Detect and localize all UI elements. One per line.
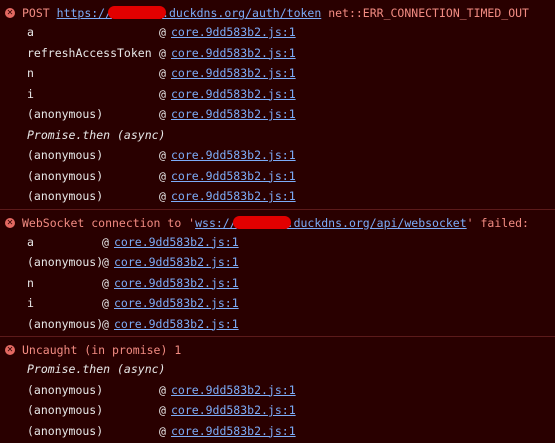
console-error-message[interactable]: ✕ Uncaught (in promise) 1 Promise.then (a… xyxy=(0,336,555,443)
frame-function: n xyxy=(27,66,34,80)
frame-function: (anonymous) xyxy=(27,423,104,438)
async-separator: Promise.then (async) xyxy=(0,359,555,380)
frame-at: @ xyxy=(159,403,166,417)
source-link[interactable]: core.9dd583b2.js:1 xyxy=(171,84,296,105)
error-text: Uncaught (in promise) 1 xyxy=(22,343,182,357)
source-link[interactable]: core.9dd583b2.js:1 xyxy=(171,421,296,442)
stack-frame: (anonymous) @ core.9dd583b2.js:1 xyxy=(0,104,555,125)
source-link[interactable]: core.9dd583b2.js:1 xyxy=(171,145,296,166)
error-icon: ✕ xyxy=(5,8,15,18)
stack-frame: a @ core.9dd583b2.js:1 xyxy=(0,232,555,253)
frame-at: @ xyxy=(159,25,166,39)
console-error-message[interactable]: ✕ WebSocket connection to 'wss://.duckdns… xyxy=(0,208,555,337)
source-link[interactable]: core.9dd583b2.js:1 xyxy=(171,43,296,64)
stack-frame: (anonymous) @ core.9dd583b2.js:1 xyxy=(0,166,555,187)
console-error-message[interactable]: ✕ POST https://.duckdns.org/auth/token ne… xyxy=(0,0,555,209)
stack-frame: (anonymous) @ core.9dd583b2.js:1 xyxy=(0,314,555,335)
stack-frame: (anonymous) @ core.9dd583b2.js:1 xyxy=(0,186,555,207)
error-icon: ✕ xyxy=(5,345,15,355)
source-link[interactable]: core.9dd583b2.js:1 xyxy=(114,232,239,253)
frame-function: a xyxy=(27,234,34,249)
websocket-url-link[interactable]: wss://.duckdns.org/api/websocket xyxy=(195,215,467,230)
stack-frame: a @ core.9dd583b2.js:1 xyxy=(0,22,555,43)
devtools-console: ✕ POST https://.duckdns.org/auth/token ne… xyxy=(0,0,555,443)
frame-at: @ xyxy=(159,148,166,162)
error-prefix: WebSocket connection to ' xyxy=(22,215,196,230)
source-link[interactable]: core.9dd583b2.js:1 xyxy=(171,22,296,43)
request-url-link[interactable]: https://.duckdns.org/auth/token xyxy=(57,6,321,20)
frame-at: @ xyxy=(159,86,166,101)
source-link[interactable]: core.9dd583b2.js:1 xyxy=(171,166,296,187)
frame-function: i xyxy=(27,86,34,101)
redaction-mark xyxy=(232,215,291,229)
frame-at: @ xyxy=(159,66,166,80)
stack-frame: n @ core.9dd583b2.js:1 xyxy=(0,63,555,84)
stack-frame: (anonymous) @ core.9dd583b2.js:1 xyxy=(0,400,555,421)
frame-at: @ xyxy=(102,296,109,310)
error-suffix: ' failed: xyxy=(466,215,529,230)
error-icon: ✕ xyxy=(5,217,15,228)
frame-at: @ xyxy=(159,45,166,60)
source-link[interactable]: core.9dd583b2.js:1 xyxy=(171,186,296,207)
frame-function: refreshAccessToken xyxy=(27,45,152,60)
source-link[interactable]: core.9dd583b2.js:1 xyxy=(171,63,296,84)
source-link[interactable]: core.9dd583b2.js:1 xyxy=(114,273,239,294)
frame-function: (anonymous) xyxy=(27,403,104,417)
frame-at: @ xyxy=(102,316,109,331)
error-suffix: net::ERR_CONNECTION_TIMED_OUT xyxy=(321,6,529,20)
source-link[interactable]: core.9dd583b2.js:1 xyxy=(171,104,296,125)
stack-frame: i @ core.9dd583b2.js:1 xyxy=(0,84,555,105)
frame-function: (anonymous) xyxy=(27,316,104,331)
frame-function: a xyxy=(27,25,34,39)
frame-at: @ xyxy=(159,189,166,203)
frame-at: @ xyxy=(102,255,109,269)
async-label: Promise.then (async) xyxy=(27,362,166,376)
source-link[interactable]: core.9dd583b2.js:1 xyxy=(114,252,239,273)
frame-function: (anonymous) xyxy=(27,148,104,162)
stack-frame: (anonymous) @ core.9dd583b2.js:1 xyxy=(0,252,555,273)
frame-at: @ xyxy=(102,234,109,249)
redaction-mark xyxy=(108,6,167,19)
source-link[interactable]: core.9dd583b2.js:1 xyxy=(114,314,239,335)
frame-function: (anonymous) xyxy=(27,107,104,121)
frame-at: @ xyxy=(159,107,166,121)
error-header: ✕ POST https://.duckdns.org/auth/token ne… xyxy=(0,4,555,22)
frame-function: n xyxy=(27,275,34,290)
async-label: Promise.then (async) xyxy=(27,127,166,142)
async-separator: Promise.then (async) xyxy=(0,125,555,146)
frame-function: (anonymous) xyxy=(27,189,104,203)
error-header: ✕ Uncaught (in promise) 1 xyxy=(0,341,555,359)
stack-frame: i @ core.9dd583b2.js:1 xyxy=(0,293,555,314)
stack-frame: (anonymous) @ core.9dd583b2.js:1 xyxy=(0,421,555,442)
frame-function: (anonymous) xyxy=(27,255,104,269)
stack-frame: (anonymous) @ core.9dd583b2.js:1 xyxy=(0,380,555,401)
stack-frame: refreshAccessToken @ core.9dd583b2.js:1 xyxy=(0,43,555,64)
frame-function: (anonymous) xyxy=(27,168,104,183)
error-prefix: POST xyxy=(22,6,57,20)
frame-function: (anonymous) xyxy=(27,382,104,397)
error-header: ✕ WebSocket connection to 'wss://.duckdns… xyxy=(0,214,555,232)
stack-frame: n @ core.9dd583b2.js:1 xyxy=(0,273,555,294)
frame-at: @ xyxy=(159,382,166,397)
stack-frame: (anonymous) @ core.9dd583b2.js:1 xyxy=(0,145,555,166)
frame-at: @ xyxy=(102,275,109,290)
source-link[interactable]: core.9dd583b2.js:1 xyxy=(114,293,239,314)
frame-at: @ xyxy=(159,168,166,183)
source-link[interactable]: core.9dd583b2.js:1 xyxy=(171,400,296,421)
frame-function: i xyxy=(27,296,34,310)
source-link[interactable]: core.9dd583b2.js:1 xyxy=(171,380,296,401)
frame-at: @ xyxy=(159,423,166,438)
